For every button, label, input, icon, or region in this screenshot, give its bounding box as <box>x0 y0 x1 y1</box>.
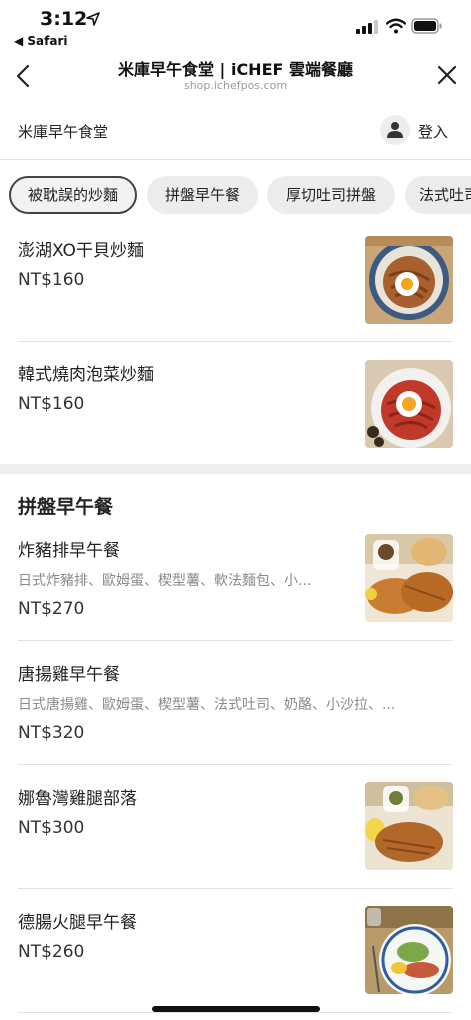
user-avatar[interactable] <box>380 115 410 145</box>
page-title: 米庫早午食堂 | iCHEF 雲端餐廳 <box>117 60 354 79</box>
store-bar: 米庫早午食堂 登入 <box>0 100 471 160</box>
item-price: NT$260 <box>18 942 85 962</box>
status-bar: 3:12 ◀ Safari <box>0 0 471 48</box>
back-to-safari-link[interactable]: ◀ Safari <box>14 34 68 48</box>
sausage-ham-photo <box>365 906 453 994</box>
item-price: NT$300 <box>18 818 85 838</box>
item-divider <box>18 1012 453 1013</box>
location-arrow-icon <box>86 12 100 26</box>
item-divider <box>18 764 453 765</box>
home-indicator[interactable] <box>152 1006 320 1012</box>
section-title: 拼盤早午餐 <box>18 496 114 518</box>
page-header: 米庫早午食堂 | iCHEF 雲端餐廳 shop.ichefpos.com <box>0 48 471 100</box>
item-name: 韓式燒肉泡菜炒麵 <box>18 365 154 385</box>
item-price: NT$270 <box>18 599 85 619</box>
menu-item[interactable]: 炸豬排早午餐 日式炸豬排、歐姆蛋、楔型薯、軟法麵包、小... NT$270 <box>0 520 471 640</box>
item-name: 唐揚雞早午餐 <box>18 665 120 685</box>
menu-item[interactable]: 娜魯灣雞腿部落 NT$300 <box>0 768 471 888</box>
item-description: 日式唐揚雞、歐姆蛋、楔型薯、法式吐司、奶酪、小沙拉、... <box>18 697 396 713</box>
close-icon[interactable] <box>436 64 458 86</box>
menu-item[interactable]: 德腸火腿早午餐 NT$260 <box>0 892 471 1012</box>
item-divider <box>18 341 453 342</box>
category-chip-platter-brunch[interactable]: 拼盤早午餐 <box>147 176 258 214</box>
category-chip-thick-toast[interactable]: 厚切吐司拼盤 <box>267 176 395 214</box>
store-name: 米庫早午食堂 <box>18 123 109 141</box>
category-chips: 被耽誤的炒麵 拼盤早午餐 厚切吐司拼盤 法式吐司 <box>0 176 471 216</box>
item-divider <box>18 888 453 889</box>
item-price: NT$160 <box>18 270 85 290</box>
item-name: 德腸火腿早午餐 <box>18 913 137 933</box>
menu-item[interactable]: 韓式燒肉泡菜炒麵 NT$160 <box>0 346 471 466</box>
page-url: shop.ichefpos.com <box>183 79 288 92</box>
item-price: NT$160 <box>18 394 85 414</box>
section-separator <box>0 464 471 474</box>
item-description: 日式炸豬排、歐姆蛋、楔型薯、軟法麵包、小... <box>18 573 312 589</box>
category-chip-fried-noodles[interactable]: 被耽誤的炒麵 <box>9 176 137 214</box>
wifi-icon <box>386 18 406 34</box>
category-chip-french-toast[interactable]: 法式吐司 <box>405 176 471 214</box>
cellular-signal-icon <box>356 20 378 34</box>
user-icon <box>387 122 403 138</box>
item-name: 澎湖XO干貝炒麵 <box>18 241 144 261</box>
item-divider <box>18 640 453 641</box>
menu-item[interactable]: 唐揚雞早午餐 日式唐揚雞、歐姆蛋、楔型薯、法式吐司、奶酪、小沙拉、... NT$… <box>0 644 471 764</box>
chicken-leg-photo <box>365 782 453 870</box>
login-button[interactable]: 登入 <box>418 121 448 142</box>
noodle-egg-photo <box>365 236 453 324</box>
battery-icon <box>411 18 442 34</box>
menu-item[interactable]: 澎湖XO干貝炒麵 NT$160 <box>0 222 471 342</box>
kimchi-noodle-photo <box>365 360 453 448</box>
back-chevron-icon[interactable] <box>12 62 36 90</box>
item-name: 娜魯灣雞腿部落 <box>18 789 137 809</box>
status-time: 3:12 <box>40 8 88 30</box>
item-name: 炸豬排早午餐 <box>18 541 120 561</box>
pork-cutlet-photo <box>365 534 453 622</box>
item-price: NT$320 <box>18 723 85 743</box>
